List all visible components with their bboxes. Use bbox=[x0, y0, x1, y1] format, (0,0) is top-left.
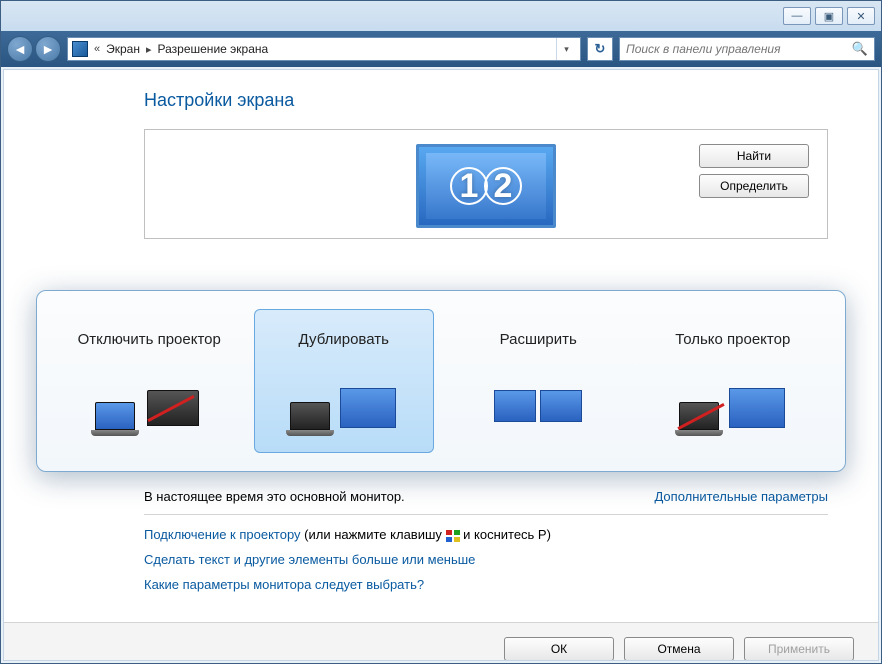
duplicate-icon bbox=[284, 374, 404, 436]
minimize-button[interactable]: — bbox=[783, 7, 811, 25]
monitor-number: 2 bbox=[494, 167, 513, 206]
status-row: В настоящее время это основной монитор. … bbox=[144, 489, 828, 515]
search-icon[interactable]: 🔍 bbox=[852, 41, 868, 57]
chevron-right-icon: ▸ bbox=[146, 43, 152, 56]
option-label: Расширить bbox=[500, 320, 577, 358]
page-title: Настройки экрана bbox=[144, 90, 828, 111]
detect-button[interactable]: Найти bbox=[699, 144, 809, 168]
search-box[interactable]: 🔍 bbox=[619, 37, 875, 61]
monitor-number: 1 bbox=[460, 167, 479, 206]
option-label: Только проектор bbox=[675, 320, 790, 358]
advanced-settings-link[interactable]: Дополнительные параметры bbox=[654, 489, 828, 504]
nav-arrows: ◄ ► bbox=[7, 36, 61, 62]
link-row: Подключение к проектору (или нажмите кла… bbox=[144, 527, 828, 542]
back-button[interactable]: ◄ bbox=[7, 36, 33, 62]
search-input[interactable] bbox=[626, 42, 852, 56]
window: — ▣ ✕ ◄ ► « Экран ▸ Разрешение экрана ▾ … bbox=[0, 0, 882, 664]
option-label: Дублировать bbox=[299, 320, 389, 358]
control-panel-icon bbox=[72, 41, 88, 57]
identify-button[interactable]: Определить bbox=[699, 174, 809, 198]
refresh-button[interactable]: ↻ bbox=[587, 37, 613, 61]
address-dropdown[interactable]: ▾ bbox=[556, 38, 576, 60]
navbar: ◄ ► « Экран ▸ Разрешение экрана ▾ ↻ 🔍 bbox=[1, 31, 881, 67]
text-size-link[interactable]: Сделать текст и другие элементы больше и… bbox=[144, 552, 475, 567]
dialog-button-bar: ОК Отмена Применить bbox=[4, 622, 878, 661]
address-bar[interactable]: « Экран ▸ Разрешение экрана ▾ bbox=[67, 37, 581, 61]
monitor-params-link[interactable]: Какие параметры монитора следует выбрать… bbox=[144, 577, 424, 592]
option-duplicate[interactable]: Дублировать bbox=[254, 309, 435, 453]
breadcrumb-item[interactable]: Экран bbox=[106, 42, 140, 56]
ok-button[interactable]: ОК bbox=[504, 637, 614, 661]
projection-mode-overlay: Отключить проектор Дублировать Расширить bbox=[36, 290, 846, 472]
apply-button[interactable]: Применить bbox=[744, 637, 854, 661]
connect-projector-link[interactable]: Подключение к проектору bbox=[144, 527, 301, 542]
forward-button[interactable]: ► bbox=[35, 36, 61, 62]
option-extend[interactable]: Расширить bbox=[448, 309, 629, 453]
primary-monitor-status: В настоящее время это основной монитор. bbox=[144, 489, 405, 504]
breadcrumb-item[interactable]: Разрешение экрана bbox=[158, 42, 269, 56]
display-preview[interactable]: 1 2 bbox=[416, 144, 556, 228]
cancel-button[interactable]: Отмена bbox=[624, 637, 734, 661]
option-label: Отключить проектор bbox=[78, 320, 221, 358]
titlebar: — ▣ ✕ bbox=[1, 1, 881, 31]
projector-only-icon bbox=[673, 374, 793, 436]
close-button[interactable]: ✕ bbox=[847, 7, 875, 25]
display-preview-panel: 1 2 Найти Определить bbox=[144, 129, 828, 239]
extend-icon bbox=[478, 374, 598, 436]
option-disconnect-projector[interactable]: Отключить проектор bbox=[59, 309, 240, 453]
disconnect-projector-icon bbox=[89, 374, 209, 436]
windows-key-icon bbox=[446, 530, 460, 542]
maximize-button[interactable]: ▣ bbox=[815, 7, 843, 25]
breadcrumb-prefix: « bbox=[94, 43, 100, 55]
option-projector-only[interactable]: Только проектор bbox=[643, 309, 824, 453]
content-area: Настройки экрана 1 2 Найти Определить От… bbox=[3, 69, 879, 661]
